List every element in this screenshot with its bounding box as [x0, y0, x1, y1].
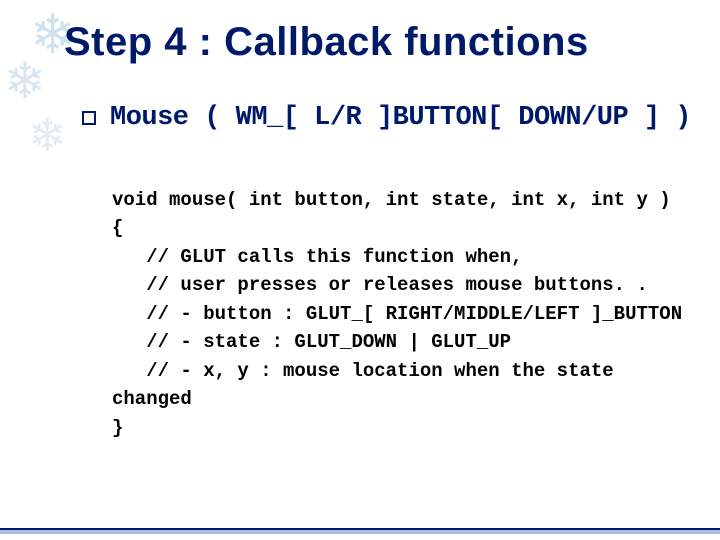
slide-title: Step 4 : Callback functions	[64, 20, 700, 65]
slide-content: Step 4 : Callback functions Mouse ( WM_[…	[64, 20, 700, 471]
code-line: // - state : GLUT_DOWN | GLUT_UP	[112, 331, 511, 353]
code-line: // user presses or releases mouse button…	[112, 274, 648, 296]
snowflake-icon: ❄	[4, 56, 46, 106]
square-bullet-icon	[82, 111, 96, 125]
decorative-sidebar: ❄ ❄ ❄	[0, 0, 72, 540]
subheading-text: Mouse ( WM_[ L/R ]BUTTON[ DOWN/UP ] )	[110, 103, 691, 133]
code-line: // - x, y : mouse location when the stat…	[112, 360, 614, 382]
code-line: {	[112, 217, 123, 239]
code-block: void mouse( int button, int state, int x…	[112, 157, 700, 471]
code-line: changed	[112, 388, 192, 410]
footer-rule	[0, 528, 720, 534]
code-line: // GLUT calls this function when,	[112, 246, 522, 268]
code-line: void mouse( int button, int state, int x…	[112, 189, 671, 211]
code-line: // - button : GLUT_[ RIGHT/MIDDLE/LEFT ]…	[112, 303, 682, 325]
bullet-row: Mouse ( WM_[ L/R ]BUTTON[ DOWN/UP ] )	[82, 103, 700, 133]
code-line: }	[112, 417, 123, 439]
snowflake-icon: ❄	[28, 112, 67, 158]
